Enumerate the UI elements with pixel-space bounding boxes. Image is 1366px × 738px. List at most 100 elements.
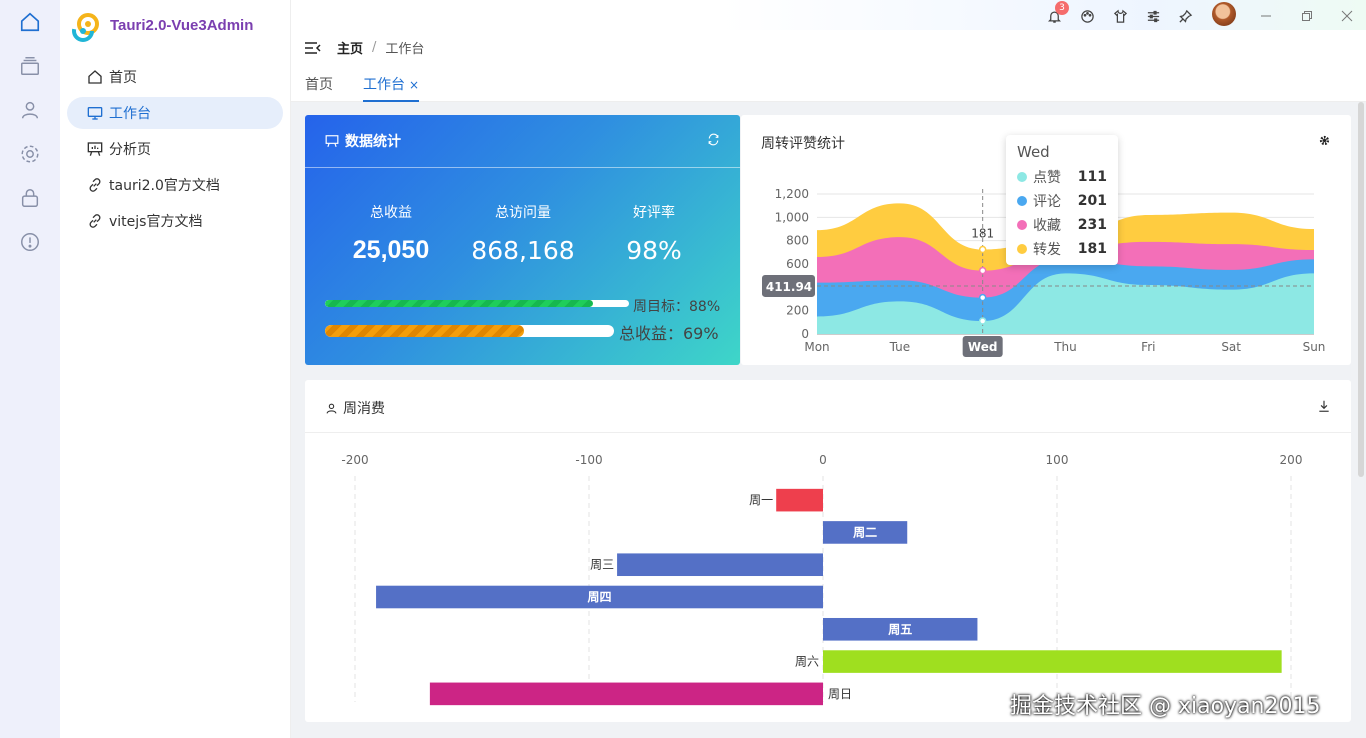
sidebar-item-analysis[interactable]: 分析页	[67, 133, 283, 165]
minimize-icon[interactable]	[1257, 7, 1275, 25]
data-point[interactable]	[978, 245, 987, 254]
page-header: 主页 / 工作台 首页 工作台 ×	[291, 30, 1366, 102]
chart-board-icon	[87, 142, 103, 156]
bar[interactable]	[429, 682, 823, 706]
tooltip-row: 转发 181	[1017, 237, 1107, 261]
bar[interactable]	[617, 553, 823, 577]
kpi-label: 总访问量	[495, 205, 551, 221]
x-tick-label: -100	[575, 453, 602, 467]
breadcrumb: 主页 / 工作台	[305, 38, 424, 57]
y-tick-label: 0	[801, 327, 809, 341]
data-point[interactable]	[978, 317, 987, 325]
stats-title: 数据统计	[345, 134, 401, 150]
kpi-value: 25,050	[352, 236, 430, 264]
progress-fill	[325, 325, 525, 337]
sidebar-item-vite-docs[interactable]: vitejs官方文档	[67, 205, 283, 237]
sidebar: Tauri2.0-Vue3Admin 首页 工作台 分析页 tauri2.0官方…	[60, 0, 291, 738]
link-icon	[89, 214, 101, 228]
x-tick-label: Wed	[968, 340, 998, 354]
alert-icon[interactable]	[18, 230, 42, 254]
chart-tooltip: Wed 点赞 111 评论 201 收藏 231 转发 181	[1006, 135, 1118, 265]
window-titlebar: 3	[291, 0, 1366, 30]
sidebar-item-label: 分析页	[109, 142, 151, 158]
tooltip-row: 评论 201	[1017, 189, 1107, 213]
sidebar-item-label: tauri2.0官方文档	[109, 178, 220, 194]
palette-icon[interactable]	[1078, 7, 1096, 25]
tooltip-value: 231	[1077, 217, 1107, 233]
scrollbar[interactable]	[1358, 102, 1364, 477]
sidebar-item-home[interactable]: 首页	[67, 61, 283, 93]
x-tick-label: -200	[341, 453, 368, 467]
weekly-goal-progress	[325, 300, 629, 307]
shirt-icon[interactable]	[1111, 7, 1129, 25]
revenue-progress	[325, 325, 614, 337]
breadcrumb-root[interactable]: 主页	[337, 38, 363, 57]
pin-icon[interactable]	[1176, 7, 1194, 25]
sidebar-item-label: 首页	[109, 70, 137, 86]
chart-board-icon	[325, 135, 339, 148]
app-logo	[70, 11, 102, 43]
tab-label: 首页	[305, 77, 333, 93]
tab-bar: 首页 工作台 ×	[305, 74, 449, 102]
crosshair-y-label: 411.94	[766, 280, 812, 294]
settings-icon[interactable]	[18, 142, 42, 166]
link-icon	[89, 178, 101, 192]
breadcrumb-separator: /	[372, 40, 377, 55]
watermark: 掘金技术社区 @ xiaoyan2015	[1010, 694, 1321, 719]
sidebar-item-label: vitejs官方文档	[109, 214, 203, 230]
y-tick-label: 1,000	[775, 210, 809, 224]
tooltip-value: 111	[1077, 169, 1107, 185]
app-title: Tauri2.0-Vue3Admin	[110, 17, 254, 34]
data-label: 181	[971, 227, 994, 241]
tab-close-icon[interactable]: ×	[409, 78, 419, 92]
progress-fill	[325, 300, 593, 307]
x-tick-label: Fri	[1141, 340, 1155, 354]
legend-dot	[1017, 196, 1027, 206]
sidebar-item-label: 工作台	[109, 106, 151, 122]
data-point[interactable]	[978, 266, 987, 275]
user-icon[interactable]	[18, 98, 42, 122]
tooltip-series-name: 收藏	[1033, 218, 1061, 234]
kpi-label: 好评率	[633, 205, 675, 221]
legend-dot	[1017, 172, 1027, 182]
kpi-value: 868,168	[471, 236, 575, 265]
sliders-icon[interactable]	[1144, 7, 1162, 25]
tab-workbench[interactable]: 工作台 ×	[363, 74, 420, 102]
restore-icon[interactable]	[1298, 7, 1316, 25]
x-tick-label: 200	[1280, 453, 1303, 467]
legend-dot	[1017, 220, 1027, 230]
refresh-icon[interactable]	[707, 133, 720, 150]
notification-badge: 3	[1055, 1, 1069, 15]
close-icon[interactable]	[1338, 7, 1356, 25]
collapse-menu-icon[interactable]	[305, 41, 321, 55]
tab-label: 工作台	[363, 77, 405, 93]
bar-chart[interactable]: -200 -100 0 100 200 周一周二周三周四周五周六周日	[305, 380, 1351, 722]
tooltip-value: 181	[1077, 241, 1107, 257]
tab-home[interactable]: 首页	[305, 74, 333, 102]
tooltip-row: 点赞 111	[1017, 165, 1107, 189]
monitor-icon	[87, 107, 103, 120]
weekly-spend-card: 周消费 -200 -100 0 100 200 周一 周二 周三 周四 周五 周六 周日	[305, 380, 1351, 722]
home-icon	[88, 70, 102, 84]
icon-rail	[0, 0, 60, 738]
kpi-label: 总收益	[370, 205, 412, 221]
bar-label: 周六	[795, 655, 819, 669]
avatar[interactable]	[1212, 2, 1236, 26]
tooltip-series-name: 转发	[1033, 242, 1061, 258]
sidebar-item-workbench[interactable]: 工作台	[67, 97, 283, 129]
kpi-visits: 总访问量 868,168	[458, 202, 588, 265]
x-tick-label: Sun	[1303, 340, 1326, 354]
y-tick-label: 600	[786, 257, 809, 271]
lock-icon[interactable]	[18, 186, 42, 210]
bar-label: 周四	[588, 590, 612, 604]
stats-card: 数据统计 总收益 25,050 总访问量 868,168 好评率 98% 周目标…	[305, 115, 740, 365]
x-tick-label: 0	[819, 453, 827, 467]
layers-icon[interactable]	[18, 54, 42, 78]
bar[interactable]	[776, 488, 823, 512]
weekly-goal-label: 周目标：88%	[633, 299, 721, 315]
bar[interactable]	[823, 650, 1282, 673]
x-tick-label: Mon	[804, 340, 829, 354]
sidebar-item-tauri-docs[interactable]: tauri2.0官方文档	[67, 169, 283, 201]
data-point[interactable]	[978, 293, 987, 302]
home-icon[interactable]	[18, 10, 42, 34]
